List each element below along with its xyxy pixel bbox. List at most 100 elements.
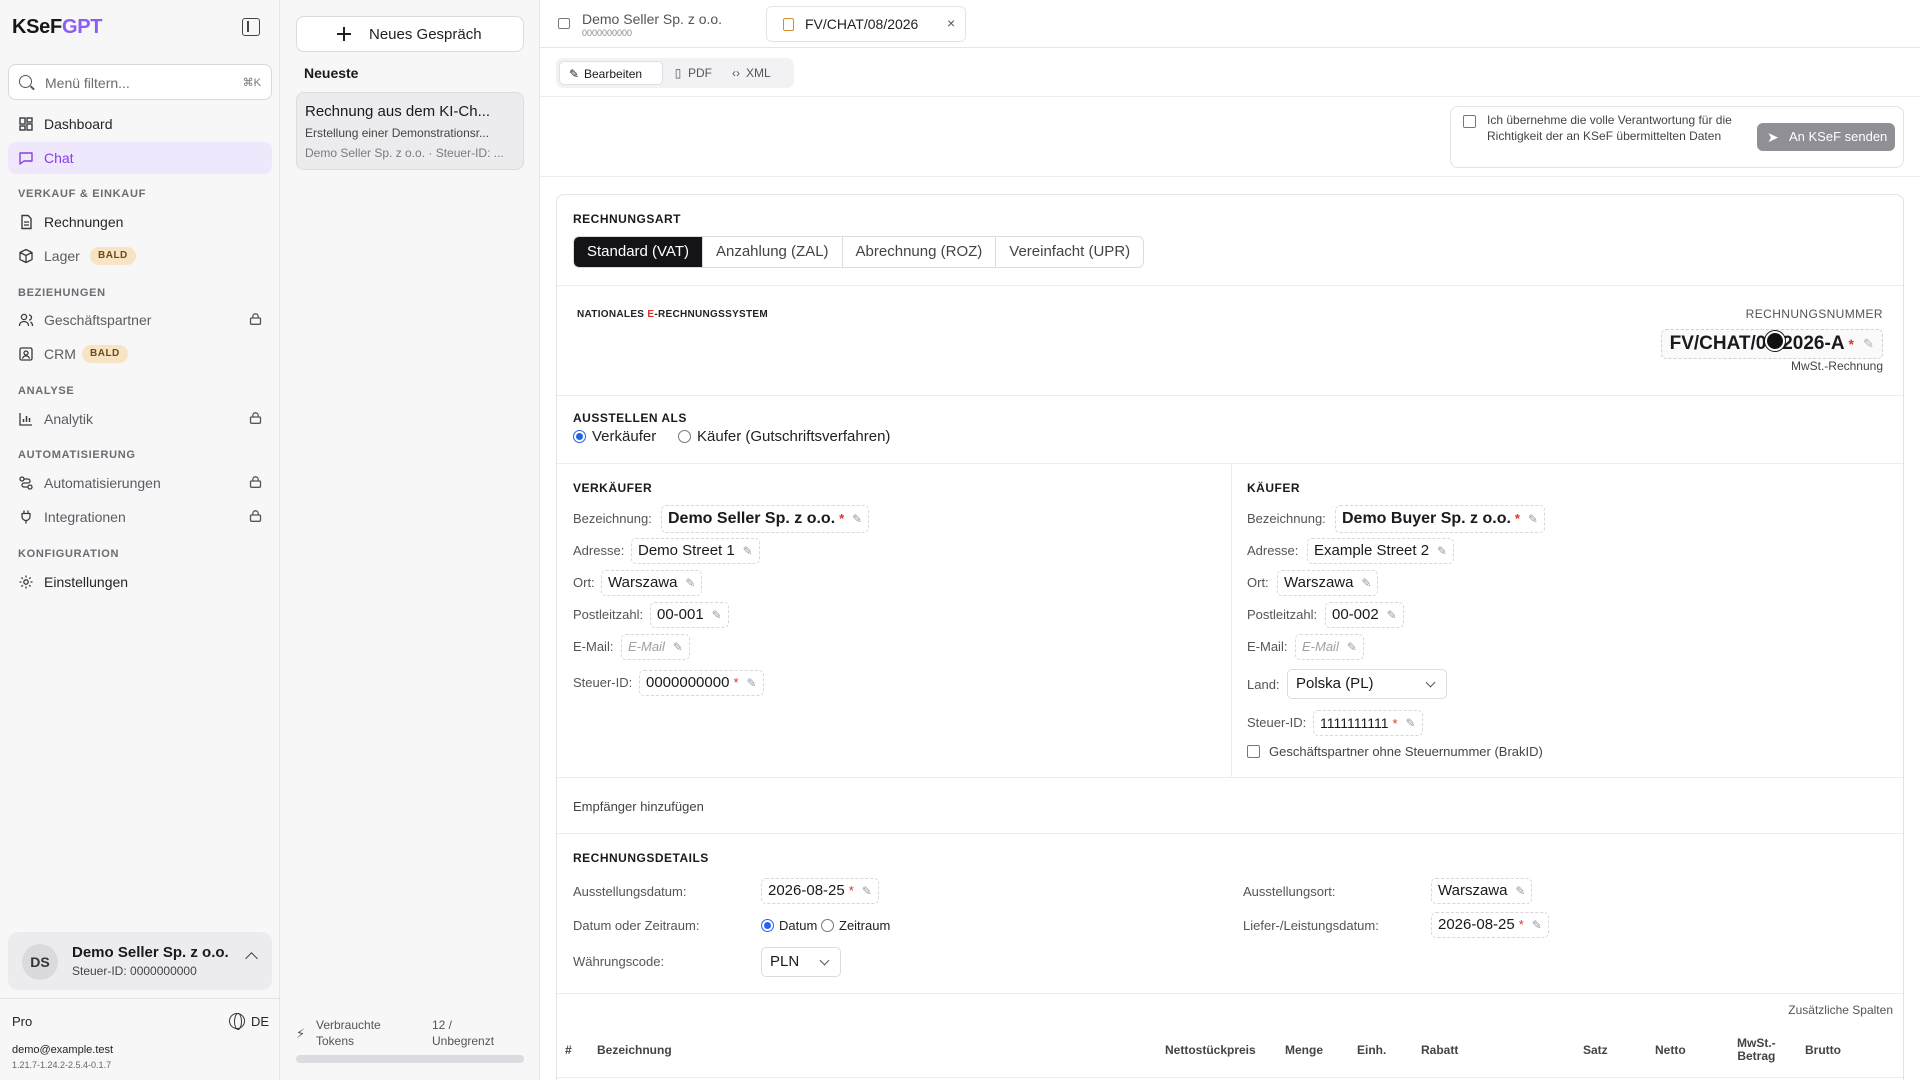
chevron-down-icon	[1425, 677, 1436, 688]
column-header-unit: Einh.	[1357, 1043, 1387, 1057]
account-switcher[interactable]: DS Demo Seller Sp. z o.o. Steuer-ID: 000…	[8, 932, 272, 990]
issue-date-field[interactable]: 2026-08-25 * ✎	[761, 878, 879, 904]
sidebar-item-partners[interactable]: Geschäftspartner	[8, 304, 272, 336]
pencil-icon: ✎	[861, 884, 872, 898]
tab-edit[interactable]: ✎ Bearbeiten	[559, 61, 663, 85]
radio-seller[interactable]	[573, 430, 586, 443]
chat-icon	[558, 18, 570, 29]
radio-period[interactable]	[821, 919, 834, 932]
delivery-date-label: Liefer-/Leistungsdatum:	[1243, 918, 1379, 933]
invoice-type-heading: RECHNUNGSART	[573, 212, 681, 226]
sidebar-item-label: Integrationen	[44, 509, 126, 525]
pencil-icon: ✎	[1386, 608, 1397, 622]
type-settlement[interactable]: Abrechnung (ROZ)	[843, 237, 997, 267]
buyer-city-field[interactable]: Warszawa ✎	[1277, 570, 1379, 596]
seller-zip-field[interactable]: 00-001 ✎	[650, 602, 729, 628]
radio-seller-label: Verkäufer	[592, 428, 657, 445]
sidebar-item-crm[interactable]: CRM BALD	[8, 338, 272, 370]
recent-heading: Neueste	[304, 65, 359, 81]
globe-icon[interactable]	[229, 1013, 245, 1030]
column-header-quantity: Menge	[1285, 1043, 1324, 1057]
column-header-rate: Satz	[1583, 1043, 1608, 1057]
users-icon	[18, 313, 34, 327]
seller-tax-field[interactable]: 0000000000 * ✎	[639, 670, 764, 696]
sidebar-item-label: Geschäftspartner	[44, 312, 152, 328]
buyer-tax-field[interactable]: 1111111111 * ✎	[1313, 710, 1423, 736]
type-standard[interactable]: Standard (VAT)	[574, 237, 703, 267]
type-simplified[interactable]: Vereinfacht (UPR)	[996, 237, 1143, 267]
chart-icon	[19, 413, 32, 426]
seller-name-field[interactable]: Demo Seller Sp. z o.o. * ✎	[661, 505, 870, 533]
pencil-icon: ✎	[1531, 918, 1542, 932]
conversation-subtitle: Erstellung einer Demonstrationsr...	[305, 126, 490, 140]
buyer-address-field[interactable]: Example Street 2 ✎	[1307, 538, 1455, 564]
no-tax-id-checkbox[interactable]	[1247, 745, 1260, 758]
new-chat-button[interactable]: Neues Gespräch	[296, 16, 524, 52]
sidebar-item-invoices[interactable]: Rechnungen	[8, 206, 272, 238]
sidebar-item-dashboard[interactable]: Dashboard	[8, 108, 272, 140]
send-to-ksef-button[interactable]: ➤ An KSeF senden	[1757, 123, 1895, 151]
responsibility-checkbox[interactable]	[1463, 115, 1476, 128]
tab-title: Demo Seller Sp. z o.o.	[582, 11, 723, 27]
issue-place-field[interactable]: Warszawa ✎	[1431, 878, 1533, 904]
tab-invoice[interactable]: FV/CHAT/08/2026 ×	[766, 6, 966, 42]
required-marker: *	[1848, 336, 1854, 352]
chat-icon	[19, 152, 33, 165]
sidebar-item-label: Einstellungen	[44, 574, 129, 590]
seller-address-field[interactable]: Demo Street 1 ✎	[631, 538, 760, 564]
seller-tax-label: Steuer-ID:	[573, 675, 633, 690]
send-icon: ➤	[1767, 129, 1779, 145]
buyer-tax-label: Steuer-ID:	[1247, 715, 1307, 730]
lock-icon	[249, 313, 262, 325]
no-tax-id-label: Geschäftspartner ohne Steuernummer (Brak…	[1269, 744, 1543, 759]
sidebar-item-stock[interactable]: Lager BALD	[8, 240, 272, 272]
buyer-email-field[interactable]: E-Mail ✎	[1295, 634, 1364, 660]
seller-email-field[interactable]: E-Mail ✎	[621, 634, 690, 660]
seller-zip-label: Postleitzahl:	[573, 607, 644, 622]
seller-city-field[interactable]: Warszawa ✎	[601, 570, 703, 596]
main-area: Demo Seller Sp. z o.o. 0000000000 FV/CHA…	[540, 0, 1920, 1080]
tab-title: FV/CHAT/08/2026	[805, 16, 919, 32]
lock-icon	[249, 476, 262, 488]
confirmation-panel: Ich übernehme die volle Verantwortung fü…	[1450, 106, 1904, 168]
section-label: BEZIEHUNGEN	[18, 287, 106, 299]
sidebar-item-label: Rechnungen	[44, 214, 124, 230]
tokens-label: Verbrauchte Tokens	[316, 1018, 381, 1048]
buyer-name-label: Bezeichnung:	[1247, 511, 1326, 526]
radio-date[interactable]	[761, 919, 774, 932]
tab-pdf[interactable]: ▯ PDF	[668, 61, 722, 85]
tab-xml[interactable]: ‹› XML	[726, 61, 786, 85]
buyer-zip-field[interactable]: 00-002 ✎	[1325, 602, 1404, 628]
close-icon[interactable]: ×	[947, 15, 955, 31]
app-logo[interactable]: KSeFGPT	[12, 16, 102, 39]
plan-label: Pro	[12, 1014, 33, 1029]
radio-buyer-credit[interactable]	[678, 430, 691, 443]
add-recipient-button[interactable]: Empfänger hinzufügen	[573, 799, 704, 814]
sidebar-item-settings[interactable]: Einstellungen	[8, 566, 272, 598]
sidebar-item-label: CRM	[44, 346, 76, 362]
buyer-zip-label: Postleitzahl:	[1247, 607, 1318, 622]
language-switcher[interactable]: DE	[251, 1014, 269, 1029]
tab-seller[interactable]: Demo Seller Sp. z o.o. 0000000000	[554, 6, 744, 42]
delivery-date-field[interactable]: 2026-08-25 * ✎	[1431, 912, 1549, 938]
sidebar-item-integrations[interactable]: Integrationen	[8, 501, 272, 533]
conversation-meta: Demo Seller Sp. z o.o. · Steuer-ID: ...	[305, 146, 504, 160]
sidebar-item-chat[interactable]: Chat	[8, 142, 272, 174]
sidebar-item-analytics[interactable]: Analytik	[8, 403, 272, 435]
menu-filter-input[interactable]: Menü filtern... ⌘K	[8, 64, 272, 100]
date-or-period-label: Datum oder Zeitraum:	[573, 918, 700, 933]
divider	[0, 998, 280, 999]
sidebar-item-automations[interactable]: Automatisierungen	[8, 467, 272, 499]
type-advance[interactable]: Anzahlung (ZAL)	[703, 237, 843, 267]
buyer-name-field[interactable]: Demo Buyer Sp. z o.o. * ✎	[1335, 505, 1545, 533]
issue-date-label: Ausstellungsdatum:	[573, 884, 687, 899]
required-marker: *	[733, 675, 739, 690]
sidebar-toggle-icon[interactable]	[242, 18, 260, 36]
required-marker: *	[1392, 716, 1398, 731]
currency-select[interactable]: PLN	[761, 947, 841, 977]
conversation-item[interactable]: Rechnung aus dem KI-Ch... Erstellung ein…	[296, 92, 524, 170]
extra-columns-button[interactable]: Zusätzliche Spalten	[1788, 1003, 1893, 1017]
buyer-country-select[interactable]: Polska (PL)	[1287, 669, 1447, 699]
view-switcher: ✎ Bearbeiten ▯ PDF ‹› XML	[556, 58, 794, 88]
divider	[557, 285, 1903, 286]
